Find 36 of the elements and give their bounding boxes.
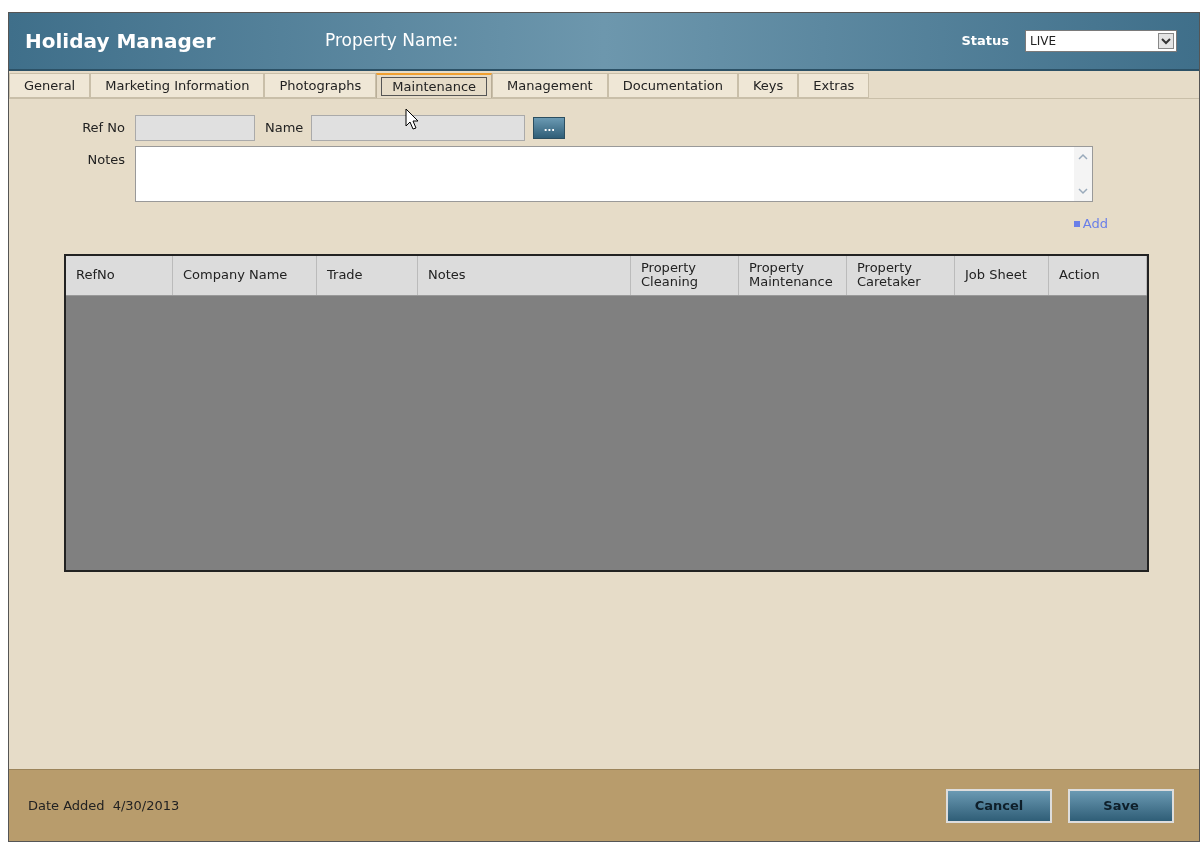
column-header: Property Cleaning <box>631 255 739 295</box>
tab[interactable]: Documentation <box>607 73 738 98</box>
footer-button[interactable]: Cancel <box>946 788 1052 823</box>
column-header: Trade <box>317 255 418 295</box>
tab[interactable]: Photographs <box>264 73 377 98</box>
name-field[interactable] <box>311 115 526 141</box>
column-header: Job Sheet <box>955 255 1049 295</box>
name-label: Name <box>265 119 304 138</box>
column-header: Property Caretaker <box>847 255 955 295</box>
column-header: Company Name <box>173 255 317 295</box>
browse-button[interactable]: ... <box>533 117 566 139</box>
column-header: Action <box>1049 255 1147 295</box>
square-icon <box>1073 220 1080 227</box>
notes-label: Notes <box>86 151 126 169</box>
tab[interactable]: Marketing Information <box>90 73 265 98</box>
status-dropdown[interactable]: LIVE <box>1025 30 1177 52</box>
date-added-label: Date Added <box>28 796 105 815</box>
tab[interactable]: Keys <box>737 73 799 98</box>
ref-no-label: Ref No <box>81 119 126 138</box>
app-title: Holiday Manager <box>25 28 217 55</box>
scrollbar-icon <box>1074 147 1092 201</box>
status-label: Status <box>961 32 1009 51</box>
tab[interactable]: General <box>9 73 91 98</box>
tab[interactable]: Maintenance <box>376 73 493 98</box>
date-added-value: 4/30/2013 <box>112 796 180 815</box>
property-name-label: Property Name: <box>325 29 459 53</box>
notes-field[interactable] <box>135 146 1093 202</box>
column-header: RefNo <box>66 255 173 295</box>
ref-no-field[interactable] <box>135 115 255 141</box>
tab[interactable]: Extras <box>798 73 870 98</box>
column-header: Property Maintenance <box>739 255 847 295</box>
caret-icon <box>1158 33 1174 49</box>
column-header: Notes <box>418 255 631 295</box>
footer-button[interactable]: Save <box>1068 788 1174 823</box>
mouse-pointer-icon <box>405 108 419 130</box>
tab[interactable]: Management <box>492 73 608 98</box>
